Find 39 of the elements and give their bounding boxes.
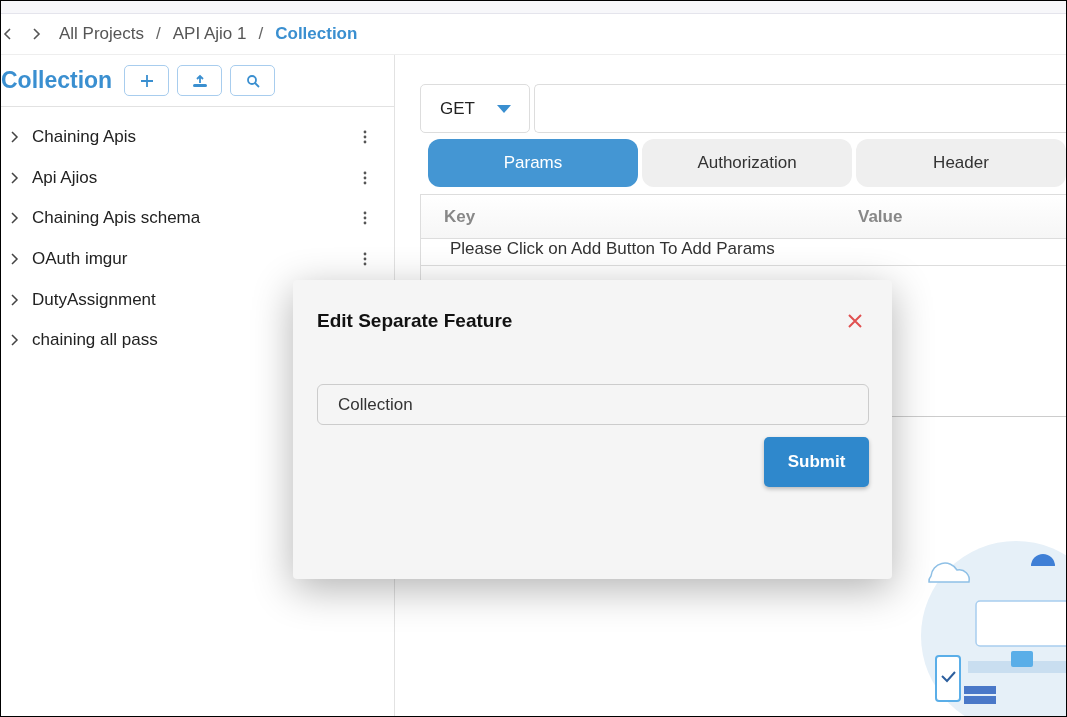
- breadcrumb-link[interactable]: API Ajio 1: [172, 24, 247, 44]
- collection-item[interactable]: Chaining Apis schema: [32, 208, 363, 229]
- add-button[interactable]: [124, 65, 170, 96]
- column-header: Value: [858, 206, 903, 227]
- chevron-icon[interactable]: [9, 292, 19, 307]
- caret-icon: [496, 104, 511, 113]
- sidebar-title: Collection: [1, 67, 113, 94]
- search-button[interactable]: [230, 65, 276, 96]
- collection-item[interactable]: Api Ajios: [32, 167, 363, 188]
- chevron-icon[interactable]: [9, 333, 19, 348]
- name-field[interactable]: Collection: [317, 384, 869, 425]
- dialog-title: Edit Separate Feature: [317, 310, 513, 332]
- submit-button[interactable]: Submit: [764, 437, 869, 487]
- close-icon[interactable]: [848, 314, 862, 328]
- breadcrumb-separator: /: [258, 24, 264, 44]
- chevron-icon[interactable]: [9, 211, 19, 226]
- url-field[interactable]: [534, 84, 1066, 133]
- upload-icon: [191, 73, 208, 88]
- back-icon[interactable]: [3, 27, 13, 41]
- more-icon[interactable]: [363, 130, 367, 145]
- search-icon: [245, 73, 260, 88]
- chevron-icon[interactable]: [9, 252, 19, 267]
- plus-icon: [139, 73, 154, 88]
- column-header: Key: [443, 206, 477, 227]
- chevron-icon[interactable]: [9, 130, 19, 145]
- collection-item[interactable]: OAuth imgur: [32, 249, 363, 270]
- breadcrumb-link[interactable]: All Projects: [59, 24, 145, 44]
- method-select[interactable]: GET: [420, 84, 530, 133]
- collection-item[interactable]: Chaining Apis: [32, 127, 363, 148]
- tab[interactable]: Header: [856, 139, 1066, 187]
- more-icon[interactable]: [363, 252, 367, 267]
- chevron-icon[interactable]: [9, 170, 19, 185]
- breadcrumb-separator: /: [156, 24, 161, 44]
- more-icon[interactable]: [363, 211, 367, 226]
- empty-message: Please Click on Add Button To Add Params: [450, 239, 775, 259]
- forward-icon[interactable]: [31, 27, 41, 41]
- tab[interactable]: Authorization: [642, 139, 852, 187]
- more-icon[interactable]: [363, 170, 367, 185]
- upload-button[interactable]: [177, 65, 223, 96]
